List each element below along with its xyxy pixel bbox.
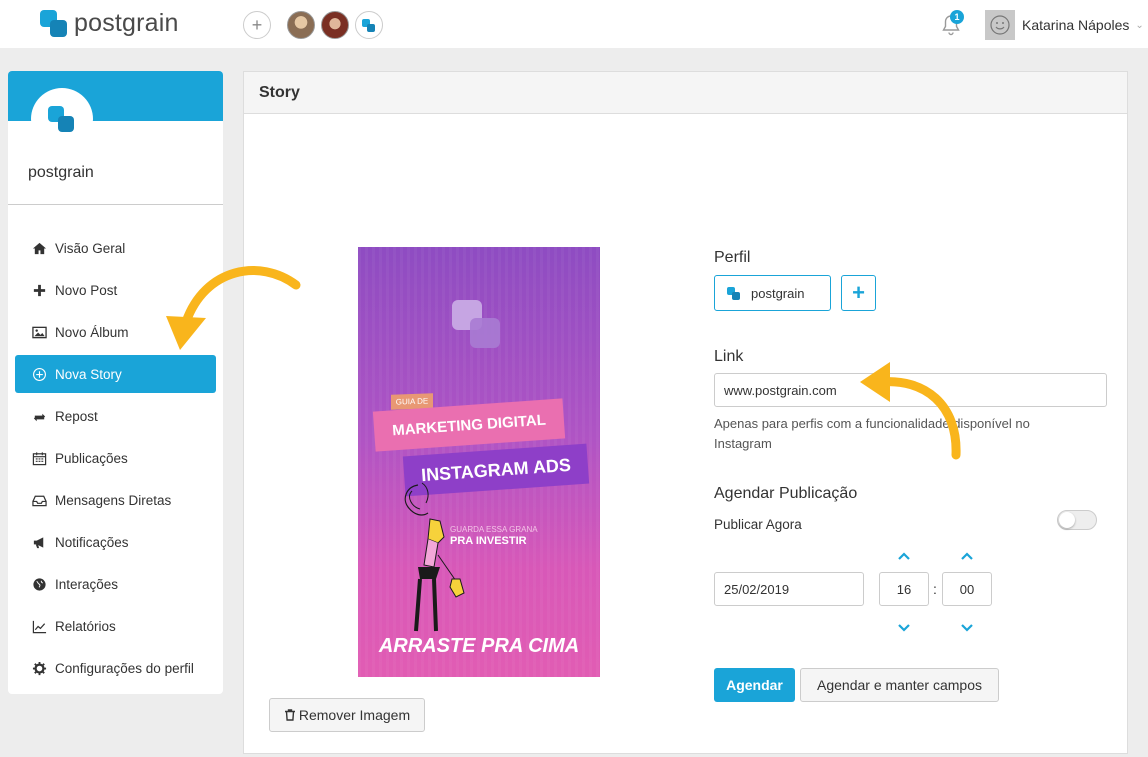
publish-now-label: Publicar Agora — [714, 517, 802, 532]
minute-down-chevron-icon[interactable] — [960, 620, 974, 632]
selected-profile-chip[interactable]: postgrain — [714, 275, 831, 311]
sidebar-item-label: Mensagens Diretas — [55, 492, 172, 508]
remove-image-button[interactable]: Remover Imagem — [269, 698, 425, 732]
megaphone-icon — [31, 534, 47, 550]
profile-label: Perfil — [714, 249, 751, 266]
minute-up-chevron-icon[interactable] — [960, 548, 974, 560]
sidebar-item-mensagens-diretas[interactable]: Mensagens Diretas — [15, 481, 216, 519]
brand-name: postgrain — [74, 9, 179, 37]
plus-circle-icon — [31, 366, 47, 382]
sidebar-item-label: Configurações do perfil — [55, 660, 194, 676]
hour-down-chevron-icon[interactable] — [897, 620, 911, 632]
account-avatar[interactable] — [321, 11, 349, 39]
postgrain-logo-icon — [40, 9, 70, 38]
divider — [8, 204, 223, 205]
gear-icon — [31, 660, 47, 676]
story-subtext: GUARDA ESSA GRANA — [450, 525, 538, 534]
story-image-preview: GUIA DE MARKETING DIGITAL INSTAGRAM ADS … — [358, 247, 600, 677]
story-cta: ARRASTE PRA CIMA — [378, 635, 580, 657]
sidebar-item-repost[interactable]: Repost — [15, 397, 216, 435]
schedule-keep-fields-button[interactable]: Agendar e manter campos — [800, 668, 999, 702]
sidebar-item-notificacoes[interactable]: Notificações — [15, 523, 216, 561]
postgrain-logo-icon — [48, 105, 76, 133]
user-menu[interactable]: Katarina Nápoles ⌄ — [985, 10, 1144, 40]
sidebar-item-publicacoes[interactable]: Publicações — [15, 439, 216, 477]
link-input[interactable]: www.postgrain.com — [714, 373, 1107, 407]
home-icon — [31, 240, 47, 256]
plus-icon: + — [251, 14, 263, 35]
chevron-down-icon: ⌄ — [1135, 19, 1144, 31]
publish-now-toggle[interactable] — [1057, 510, 1097, 530]
panel-title: Story — [244, 72, 1127, 114]
postgrain-logo-icon — [362, 18, 376, 32]
sidebar-item-label: Novo Álbum — [55, 324, 129, 340]
sidebar-item-label: Relatórios — [55, 618, 116, 634]
sidebar-item-label: Visão Geral — [55, 240, 126, 256]
account-avatar-postgrain[interactable] — [355, 11, 383, 39]
sidebar-item-label: Publicações — [55, 450, 128, 466]
sidebar-item-label: Nova Story — [55, 366, 122, 382]
add-account-button[interactable]: + — [243, 11, 271, 39]
top-bar: postgrain + 1 Katarina Nápoles ⌄ — [0, 0, 1148, 48]
sidebar-nav: Visão Geral Novo Post Novo Álbum Nova St… — [15, 229, 216, 691]
inbox-icon — [31, 492, 47, 508]
story-panel: Story GUIA DE MARKETING DIGITAL INSTAGRA… — [243, 71, 1128, 754]
profile-avatar — [31, 88, 93, 150]
sidebar-item-label: Novo Post — [55, 282, 118, 298]
user-name: Katarina Nápoles — [1022, 17, 1130, 33]
plus-icon — [31, 282, 47, 298]
brand-logo[interactable]: postgrain — [40, 9, 179, 38]
account-avatar[interactable] — [287, 11, 315, 39]
sidebar-item-novo-post[interactable]: Novo Post — [15, 271, 216, 309]
sidebar: postgrain Visão Geral Novo Post Novo Álb… — [8, 71, 223, 694]
sidebar-item-label: Interações — [55, 576, 119, 592]
link-label: Link — [714, 348, 744, 365]
schedule-button[interactable]: Agendar — [714, 668, 795, 702]
sidebar-item-relatorios[interactable]: Relatórios — [15, 607, 216, 645]
sidebar-item-interacoes[interactable]: Interações — [15, 565, 216, 603]
postgrain-logo-icon — [452, 300, 502, 350]
remove-image-label: Remover Imagem — [298, 707, 411, 723]
calendar-icon — [31, 450, 47, 466]
trash-icon — [284, 709, 295, 721]
hour-up-chevron-icon[interactable] — [897, 548, 911, 560]
link-help-text: Apenas para perfis com a funcionalidade … — [714, 416, 1030, 451]
sidebar-item-visao-geral[interactable]: Visão Geral — [15, 229, 216, 267]
plus-icon: + — [852, 280, 865, 305]
sidebar-item-configuracoes[interactable]: Configurações do perfil — [15, 649, 216, 687]
schedule-label: Agendar Publicação — [714, 485, 858, 502]
profile-chip-label: postgrain — [751, 285, 805, 301]
hour-input[interactable]: 16 — [879, 572, 929, 606]
user-avatar — [985, 10, 1015, 40]
profile-name: postgrain — [28, 164, 94, 181]
minute-input[interactable]: 00 — [942, 572, 992, 606]
sidebar-item-novo-album[interactable]: Novo Álbum — [15, 313, 216, 351]
sidebar-item-label: Repost — [55, 408, 98, 424]
illustration-figure — [404, 482, 465, 632]
account-switcher: + — [243, 11, 389, 39]
story-subtext-2: PRA INVESTIR — [450, 535, 527, 547]
postgrain-logo-icon — [727, 286, 741, 300]
date-input[interactable]: 25/02/2019 — [714, 572, 864, 606]
retweet-icon — [31, 408, 47, 424]
sidebar-item-label: Notificações — [55, 534, 129, 550]
line-chart-icon — [31, 618, 47, 634]
image-icon — [31, 324, 47, 340]
globe-icon — [31, 576, 47, 592]
sidebar-item-nova-story[interactable]: Nova Story — [15, 355, 216, 393]
time-separator: : — [933, 581, 937, 597]
notification-badge: 1 — [950, 10, 964, 24]
add-profile-button[interactable]: + — [841, 275, 876, 311]
smiley-icon — [990, 15, 1010, 35]
